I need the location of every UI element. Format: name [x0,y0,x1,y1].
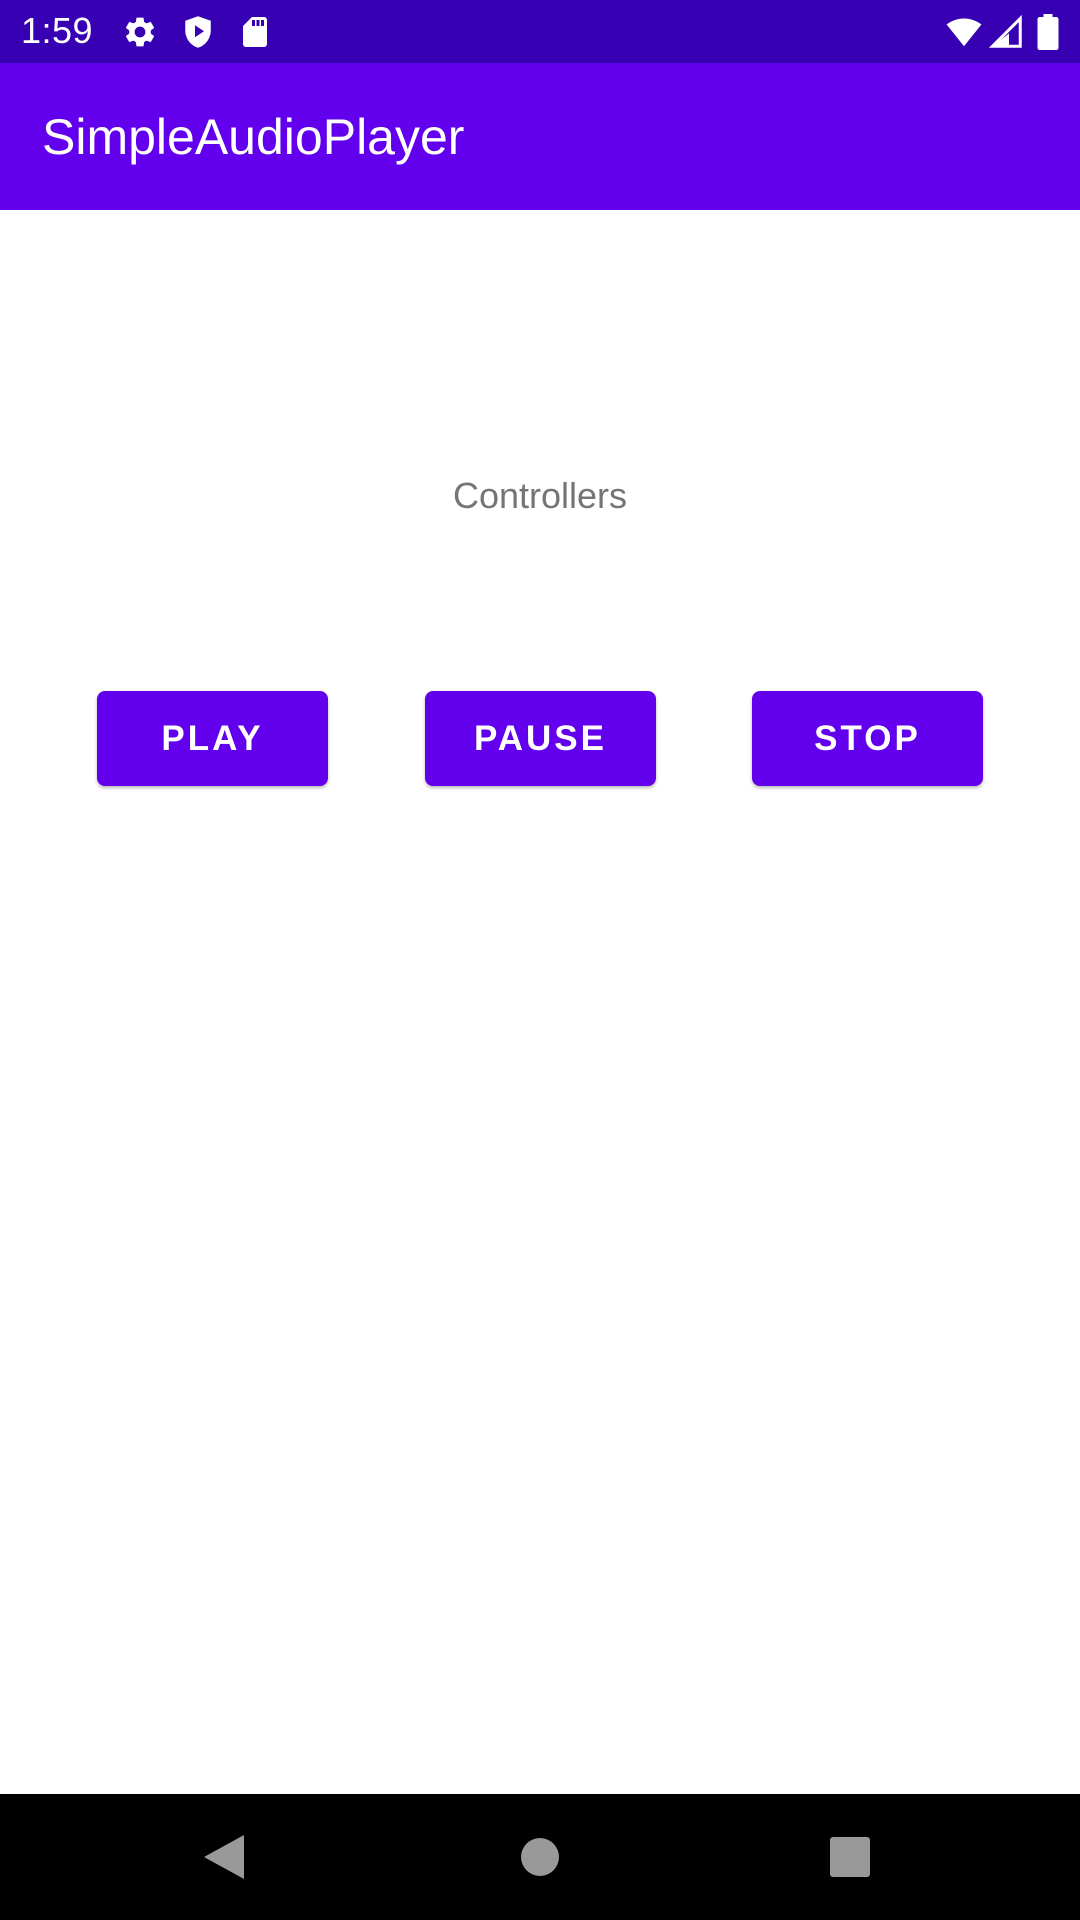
sd-card-icon [237,14,273,50]
status-time: 1:59 [21,10,94,51]
back-icon[interactable] [196,1827,256,1887]
shield-play-icon [180,14,216,50]
battery-icon [1036,14,1060,50]
pause-button[interactable]: PAUSE [425,691,656,786]
stop-button[interactable]: STOP [752,691,983,786]
status-bar: 1:59 [0,0,1080,63]
wifi-icon [944,14,984,50]
home-icon[interactable] [510,1827,570,1887]
navigation-bar [0,1794,1080,1920]
cell-signal-icon [988,14,1024,50]
main-content: Controllers PLAY PAUSE STOP [0,210,1080,1794]
app-bar: SimpleAudioPlayer [0,63,1080,210]
gear-icon [122,14,158,50]
app-title: SimpleAudioPlayer [42,109,465,165]
play-button[interactable]: PLAY [97,691,328,786]
recents-icon[interactable] [820,1827,880,1887]
controllers-label: Controllers [452,475,628,516]
